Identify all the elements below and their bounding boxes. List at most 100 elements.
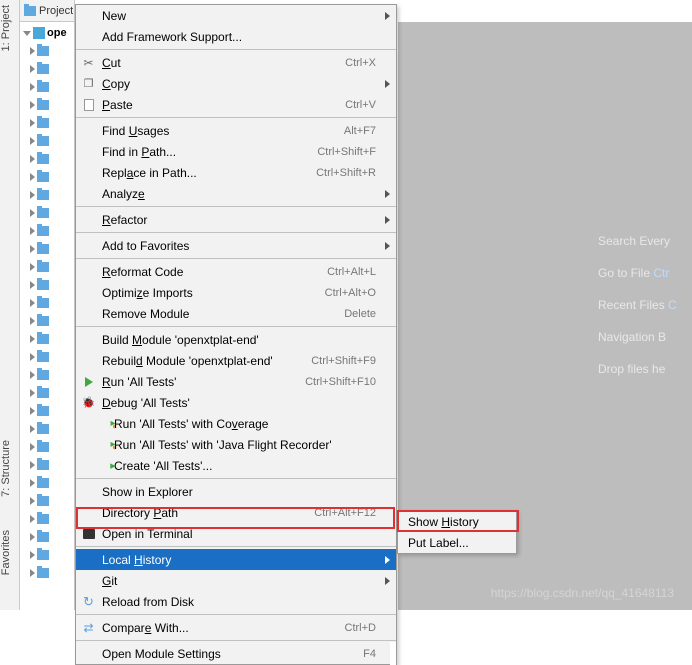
menu-remove-module[interactable]: Remove ModuleDelete <box>76 303 396 324</box>
folder-icon <box>37 424 49 434</box>
folder-icon <box>37 208 49 218</box>
tree-row[interactable] <box>20 186 74 204</box>
menu-run[interactable]: Run 'All Tests'Ctrl+Shift+F10 <box>76 371 396 392</box>
expand-icon[interactable] <box>30 479 35 487</box>
tree-row[interactable] <box>20 420 74 438</box>
tree-row[interactable] <box>20 546 74 564</box>
menu-show-in-explorer[interactable]: Show in Explorer <box>76 481 396 502</box>
menu-debug[interactable]: Debug 'All Tests' <box>76 392 396 413</box>
tree-row[interactable] <box>20 402 74 420</box>
tool-tab-structure[interactable]: 7: Structure <box>0 440 20 497</box>
menu-optimize-imports[interactable]: Optimize ImportsCtrl+Alt+O <box>76 282 396 303</box>
expand-icon[interactable] <box>30 137 35 145</box>
tree-row[interactable] <box>20 240 74 258</box>
tree-row[interactable] <box>20 150 74 168</box>
tree-root-row[interactable]: ope <box>20 24 74 42</box>
menu-refactor[interactable]: Refactor <box>76 209 396 230</box>
submenu-put-label[interactable]: Put Label... <box>398 532 516 553</box>
tree-row[interactable] <box>20 294 74 312</box>
menu-find-in-path[interactable]: Find in Path...Ctrl+Shift+F <box>76 141 396 162</box>
tree-row[interactable] <box>20 60 74 78</box>
menu-open-module-settings[interactable]: Open Module SettingsF4 <box>76 643 396 664</box>
expand-icon[interactable] <box>30 83 35 91</box>
menu-add-to-favorites[interactable]: Add to Favorites <box>76 235 396 256</box>
tree-row[interactable] <box>20 330 74 348</box>
expand-icon[interactable] <box>30 263 35 271</box>
menu-directory-path[interactable]: Directory PathCtrl+Alt+F12 <box>76 502 396 523</box>
menu-reformat[interactable]: Reformat CodeCtrl+Alt+L <box>76 261 396 282</box>
tree-row[interactable] <box>20 492 74 510</box>
tree-row[interactable] <box>20 276 74 294</box>
menu-create-run[interactable]: Create 'All Tests'... <box>76 455 396 476</box>
tree-row[interactable] <box>20 384 74 402</box>
tool-tab-favorites[interactable]: Favorites <box>0 530 20 575</box>
expand-icon[interactable] <box>30 281 35 289</box>
tree-row[interactable] <box>20 168 74 186</box>
expand-icon[interactable] <box>30 101 35 109</box>
expand-icon[interactable] <box>30 191 35 199</box>
expand-icon[interactable] <box>30 353 35 361</box>
tree-row[interactable] <box>20 456 74 474</box>
expand-icon[interactable] <box>30 389 35 397</box>
expand-icon[interactable] <box>30 515 35 523</box>
expand-icon[interactable] <box>30 119 35 127</box>
menu-compare-with[interactable]: Compare With...Ctrl+D <box>76 617 396 638</box>
tree-row[interactable] <box>20 114 74 132</box>
expand-icon[interactable] <box>30 245 35 253</box>
expand-icon[interactable] <box>30 209 35 217</box>
tree-row[interactable] <box>20 564 74 582</box>
tree-row[interactable] <box>20 96 74 114</box>
menu-run-coverage[interactable]: Run 'All Tests' with Coverage <box>76 413 396 434</box>
folder-icon <box>37 190 49 200</box>
menu-find-usages[interactable]: Find UsagesAlt+F7 <box>76 120 396 141</box>
submenu-show-history[interactable]: Show History <box>398 511 516 532</box>
tree-row[interactable] <box>20 312 74 330</box>
expand-icon[interactable] <box>30 407 35 415</box>
expand-icon[interactable] <box>30 461 35 469</box>
expand-icon[interactable] <box>30 47 35 55</box>
menu-cut[interactable]: CutCtrl+X <box>76 52 396 73</box>
menu-analyze[interactable]: Analyze <box>76 183 396 204</box>
expand-icon[interactable] <box>30 65 35 73</box>
menu-rebuild-module[interactable]: Rebuild Module 'openxtplat-end'Ctrl+Shif… <box>76 350 396 371</box>
menu-build-module[interactable]: Build Module 'openxtplat-end' <box>76 329 396 350</box>
tool-tab-project[interactable]: 1: Project <box>0 5 20 51</box>
menu-paste[interactable]: PasteCtrl+V <box>76 94 396 115</box>
menu-add-framework[interactable]: Add Framework Support... <box>76 26 396 47</box>
expand-icon[interactable] <box>30 227 35 235</box>
tree-row[interactable] <box>20 258 74 276</box>
tree-row[interactable] <box>20 204 74 222</box>
expand-icon[interactable] <box>30 497 35 505</box>
menu-local-history[interactable]: Local History <box>76 549 396 570</box>
tree-row[interactable] <box>20 78 74 96</box>
tree-row[interactable] <box>20 528 74 546</box>
expand-icon[interactable] <box>30 335 35 343</box>
tree-row[interactable] <box>20 42 74 60</box>
tree-row[interactable] <box>20 348 74 366</box>
tree-row[interactable] <box>20 438 74 456</box>
expand-icon[interactable] <box>30 443 35 451</box>
menu-new[interactable]: New <box>76 5 396 26</box>
expand-icon[interactable] <box>30 533 35 541</box>
project-tree[interactable]: ope <box>20 22 74 582</box>
menu-replace-in-path[interactable]: Replace in Path...Ctrl+Shift+R <box>76 162 396 183</box>
expand-icon[interactable] <box>30 551 35 559</box>
expand-icon[interactable] <box>30 155 35 163</box>
expand-icon[interactable] <box>30 317 35 325</box>
tree-row[interactable] <box>20 222 74 240</box>
tree-row[interactable] <box>20 366 74 384</box>
menu-reload-from-disk[interactable]: Reload from Disk <box>76 591 396 612</box>
menu-git[interactable]: Git <box>76 570 396 591</box>
tree-row[interactable] <box>20 474 74 492</box>
menu-copy[interactable]: Copy <box>76 73 396 94</box>
expand-icon[interactable] <box>23 31 31 36</box>
menu-run-jfr[interactable]: Run 'All Tests' with 'Java Flight Record… <box>76 434 396 455</box>
expand-icon[interactable] <box>30 371 35 379</box>
expand-icon[interactable] <box>30 425 35 433</box>
expand-icon[interactable] <box>30 173 35 181</box>
tree-row[interactable] <box>20 132 74 150</box>
menu-open-in-terminal[interactable]: Open in Terminal <box>76 523 396 544</box>
expand-icon[interactable] <box>30 569 35 577</box>
expand-icon[interactable] <box>30 299 35 307</box>
tree-row[interactable] <box>20 510 74 528</box>
